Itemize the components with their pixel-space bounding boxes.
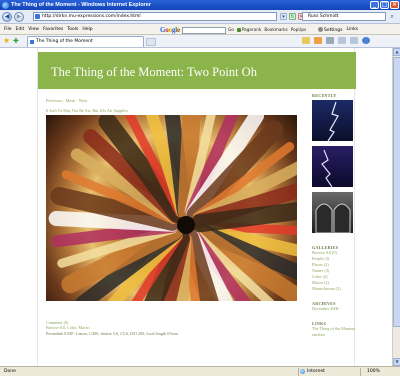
maximize-button[interactable]: □	[380, 1, 389, 9]
back-button[interactable]: ◀	[2, 11, 12, 22]
google-search-input[interactable]	[181, 26, 226, 34]
globe-icon	[300, 369, 305, 374]
menu-favorites[interactable]: Favorites	[43, 27, 63, 32]
google-go-button[interactable]: Go	[228, 27, 234, 32]
status-bar: Done Internet 100%	[0, 366, 400, 376]
recent-thumbnail-lightning-1[interactable]	[312, 100, 353, 141]
arches-image	[315, 203, 351, 233]
zone-label: Internet	[307, 369, 325, 374]
settings-area: Settings Links	[318, 27, 358, 33]
settings-button[interactable]: Settings	[318, 27, 342, 33]
security-zone: Internet	[298, 368, 325, 376]
title-bar: The Thing of the Moment - Windows Intern…	[0, 0, 400, 10]
blog-link[interactable]: random	[312, 332, 356, 338]
search-input[interactable]: Russ Schmidt	[302, 12, 386, 21]
archive-link[interactable]: December 2006	[312, 306, 356, 312]
lightning-image	[327, 101, 339, 141]
new-tab-button[interactable]	[146, 38, 156, 46]
post-subtitle: It Isn't Or May Not Be Art, But It Is Ar…	[46, 108, 128, 113]
menu-tools[interactable]: Tools	[67, 27, 78, 32]
ie-logo-icon	[2, 1, 9, 9]
gallery-link[interactable]: Monochrome (3)	[312, 286, 356, 292]
blog-page: The Thing of the Moment: Two Point Oh Pr…	[37, 48, 356, 366]
zoom-level[interactable]: 100%	[360, 368, 380, 376]
tab-active[interactable]: The Thing of the Moment	[27, 36, 144, 47]
dropdown-icon[interactable]: ▾	[280, 13, 287, 20]
tab-label: The Thing of the Moment	[36, 39, 93, 44]
address-toolbar: ◀ ▶ http://dirkn.mu-expressions.com/inde…	[0, 10, 400, 24]
scroll-down-icon[interactable]: ▼	[393, 358, 400, 366]
vertical-scrollbar[interactable]: ▲ ▼	[392, 48, 400, 366]
help-icon[interactable]	[362, 37, 370, 44]
menu-file[interactable]: File	[4, 27, 12, 32]
tools-menu-icon[interactable]	[350, 37, 358, 44]
galleries-list: Browse All (9) People (3) Places (2) Nat…	[312, 250, 356, 292]
close-button[interactable]: ×	[390, 1, 399, 9]
add-favorite-icon[interactable]: ✚	[13, 37, 19, 45]
forward-button[interactable]: ▶	[14, 11, 24, 22]
address-input[interactable]: http://dirkn.mu-expressions.com/index.ht…	[33, 12, 277, 21]
page-menu-icon[interactable]	[338, 37, 346, 44]
tab-page-icon	[30, 40, 34, 44]
blog-header: The Thing of the Moment: Two Point Oh	[38, 52, 356, 89]
browse-links[interactable]: Browse All, Color, Macro	[46, 325, 89, 330]
menu-edit[interactable]: Edit	[16, 27, 25, 32]
bookmarks-button[interactable]: Bookmarks	[264, 27, 287, 32]
address-url: http://dirkn.mu-expressions.com/index.ht…	[42, 14, 141, 19]
scroll-up-icon[interactable]: ▲	[393, 48, 400, 56]
google-logo: Google	[160, 26, 180, 34]
menu-view[interactable]: View	[28, 27, 39, 32]
lightning-image	[321, 149, 333, 187]
pagerank-button[interactable]: Pagerank	[236, 27, 261, 32]
command-bar	[302, 37, 370, 44]
archives-list: December 2006	[312, 306, 356, 312]
recent-thumbnail-lightning-2[interactable]	[312, 146, 353, 187]
print-icon[interactable]	[326, 37, 334, 44]
status-text: Done	[4, 369, 16, 374]
permalink-exif: Permalink EXIF: Canon, 1/400, shutter 5.…	[46, 331, 178, 336]
minimize-button[interactable]: _	[370, 1, 379, 9]
google-toolbar: Google	[160, 26, 226, 34]
google-tools: Go Pagerank Bookmarks PopUps	[228, 27, 306, 32]
post-photo	[46, 115, 297, 301]
search-value: Russ Schmidt	[308, 14, 339, 19]
scroll-thumb[interactable]	[393, 57, 400, 327]
links-button[interactable]: Links	[346, 27, 358, 33]
page-viewport: The Thing of the Moment: Two Point Oh Pr…	[0, 48, 392, 366]
paintbrush-photo-image	[48, 115, 297, 301]
search-icon[interactable]: ⌕	[388, 13, 396, 20]
feeds-icon[interactable]	[314, 37, 322, 44]
blog-title[interactable]: The Thing of the Moment: Two Point Oh	[51, 65, 257, 80]
menu-help[interactable]: Help	[82, 27, 92, 32]
recent-thumbnail-arches[interactable]	[312, 192, 353, 233]
gear-icon	[318, 27, 323, 32]
favorites-star-icon[interactable]: ★	[3, 37, 10, 45]
page-icon	[35, 14, 40, 19]
links-list: The Thing of the Moment random	[312, 326, 356, 338]
home-icon[interactable]	[302, 37, 310, 44]
recently-heading: RECENTLY	[312, 93, 337, 98]
refresh-icon[interactable]: ↻	[289, 13, 296, 20]
pagerank-icon	[236, 28, 241, 32]
sidebar: RECENTLY GALLERIES Browse All (9) People…	[312, 93, 356, 338]
window-title: The Thing of the Moment - Windows Intern…	[11, 2, 151, 8]
post-navigation[interactable]: Previous - Main - Next	[46, 98, 88, 103]
popups-button[interactable]: PopUps	[291, 27, 307, 32]
